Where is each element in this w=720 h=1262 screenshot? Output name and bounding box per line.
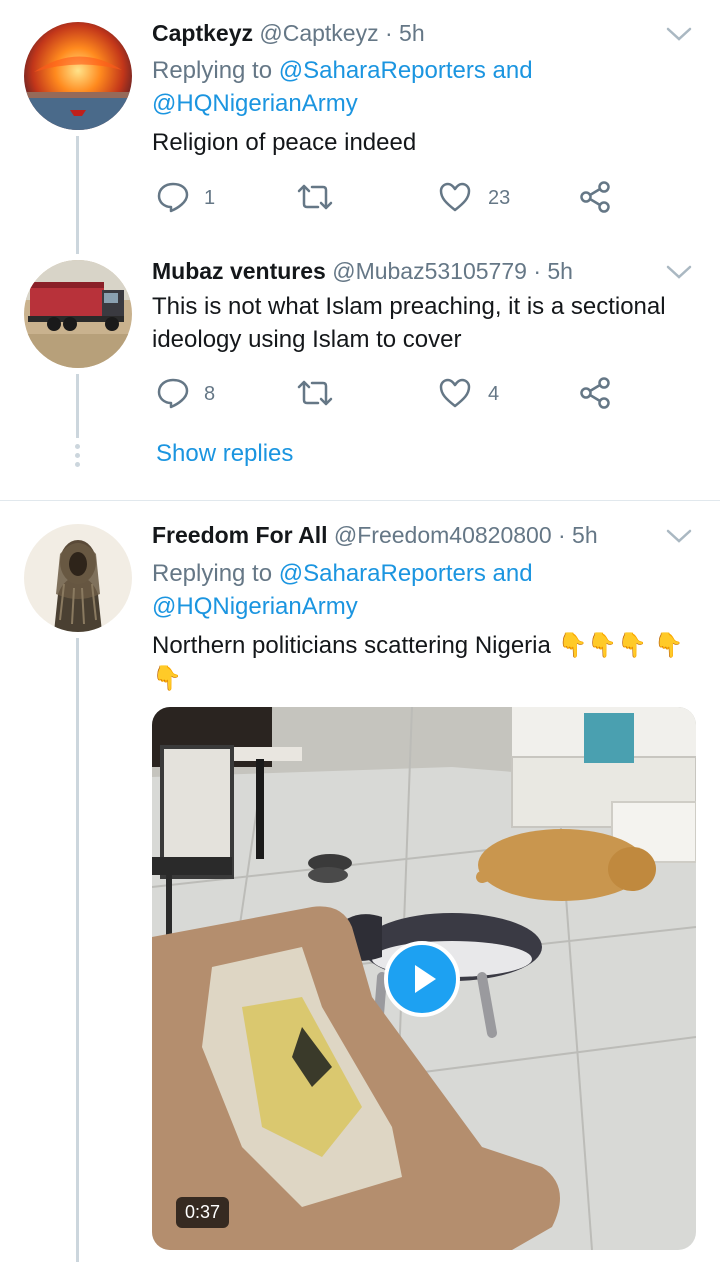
thread-line — [76, 638, 79, 1262]
play-button[interactable] — [384, 941, 460, 1017]
replying-prefix: Replying to — [152, 560, 279, 587]
like-icon[interactable] — [438, 181, 472, 213]
retweet-icon[interactable] — [296, 182, 334, 212]
share-icon[interactable] — [578, 180, 612, 214]
show-replies-link[interactable]: Show replies — [156, 440, 293, 468]
reply-icon[interactable] — [156, 376, 190, 410]
handle[interactable]: @Mubaz53105779 — [332, 258, 527, 284]
tweet-header: Mubaz ventures @Mubaz53105779 · 5h — [152, 258, 573, 285]
thread-line — [76, 136, 79, 254]
video-player[interactable]: 0:37 — [152, 707, 696, 1250]
mention-link[interactable]: @SaharaReporters and — [279, 57, 533, 84]
reply-count: 8 — [204, 383, 216, 405]
like-count: 23 — [488, 187, 511, 209]
timestamp[interactable]: · 5h — [385, 20, 425, 46]
play-icon — [415, 965, 436, 993]
replying-to: Replying to @SaharaReporters and @HQNige… — [152, 54, 533, 120]
like-icon[interactable] — [438, 377, 472, 409]
reply-icon[interactable] — [156, 180, 190, 214]
chevron-down-icon[interactable] — [664, 526, 694, 546]
chevron-down-icon[interactable] — [664, 262, 694, 282]
display-name[interactable]: Captkeyz — [152, 20, 253, 46]
video-duration: 0:37 — [176, 1197, 230, 1228]
timestamp[interactable]: · 5h — [533, 258, 573, 284]
tweet-header: Freedom For All @Freedom40820800 · 5h — [152, 522, 598, 549]
chevron-down-icon[interactable] — [664, 24, 694, 44]
tweet-header: Captkeyz @Captkeyz · 5h — [152, 20, 425, 47]
like-count: 4 — [488, 383, 500, 405]
share-icon[interactable] — [578, 376, 612, 410]
reply-count: 1 — [204, 187, 216, 209]
tweet-text: This is not what Islam preaching, it is … — [152, 293, 666, 353]
avatar-captkeyz[interactable] — [24, 22, 132, 130]
divider — [0, 500, 720, 501]
thread-dots — [75, 444, 80, 471]
avatar-freedom[interactable] — [24, 524, 132, 632]
tweet-text-content: Northern politicians scattering Nigeria — [152, 632, 551, 659]
handle[interactable]: @Freedom40820800 — [334, 522, 552, 548]
avatar-mubaz[interactable] — [24, 260, 132, 368]
timestamp[interactable]: · 5h — [558, 522, 598, 548]
thread-line — [76, 374, 79, 438]
display-name[interactable]: Freedom For All — [152, 522, 328, 548]
handle[interactable]: @Captkeyz — [259, 20, 378, 46]
display-name[interactable]: Mubaz ventures — [152, 258, 326, 284]
mention-link[interactable]: @HQNigerianArmy — [152, 593, 358, 620]
mention-link[interactable]: @SaharaReporters and — [279, 560, 533, 587]
mention-link[interactable]: @HQNigerianArmy — [152, 90, 358, 117]
replying-to: Replying to @SaharaReporters and @HQNige… — [152, 557, 533, 623]
replying-prefix: Replying to — [152, 57, 279, 84]
tweet-text: Religion of peace indeed — [152, 129, 417, 156]
tweet-text: Northern politicians scattering Nigeria … — [152, 629, 702, 695]
retweet-icon[interactable] — [296, 378, 334, 408]
